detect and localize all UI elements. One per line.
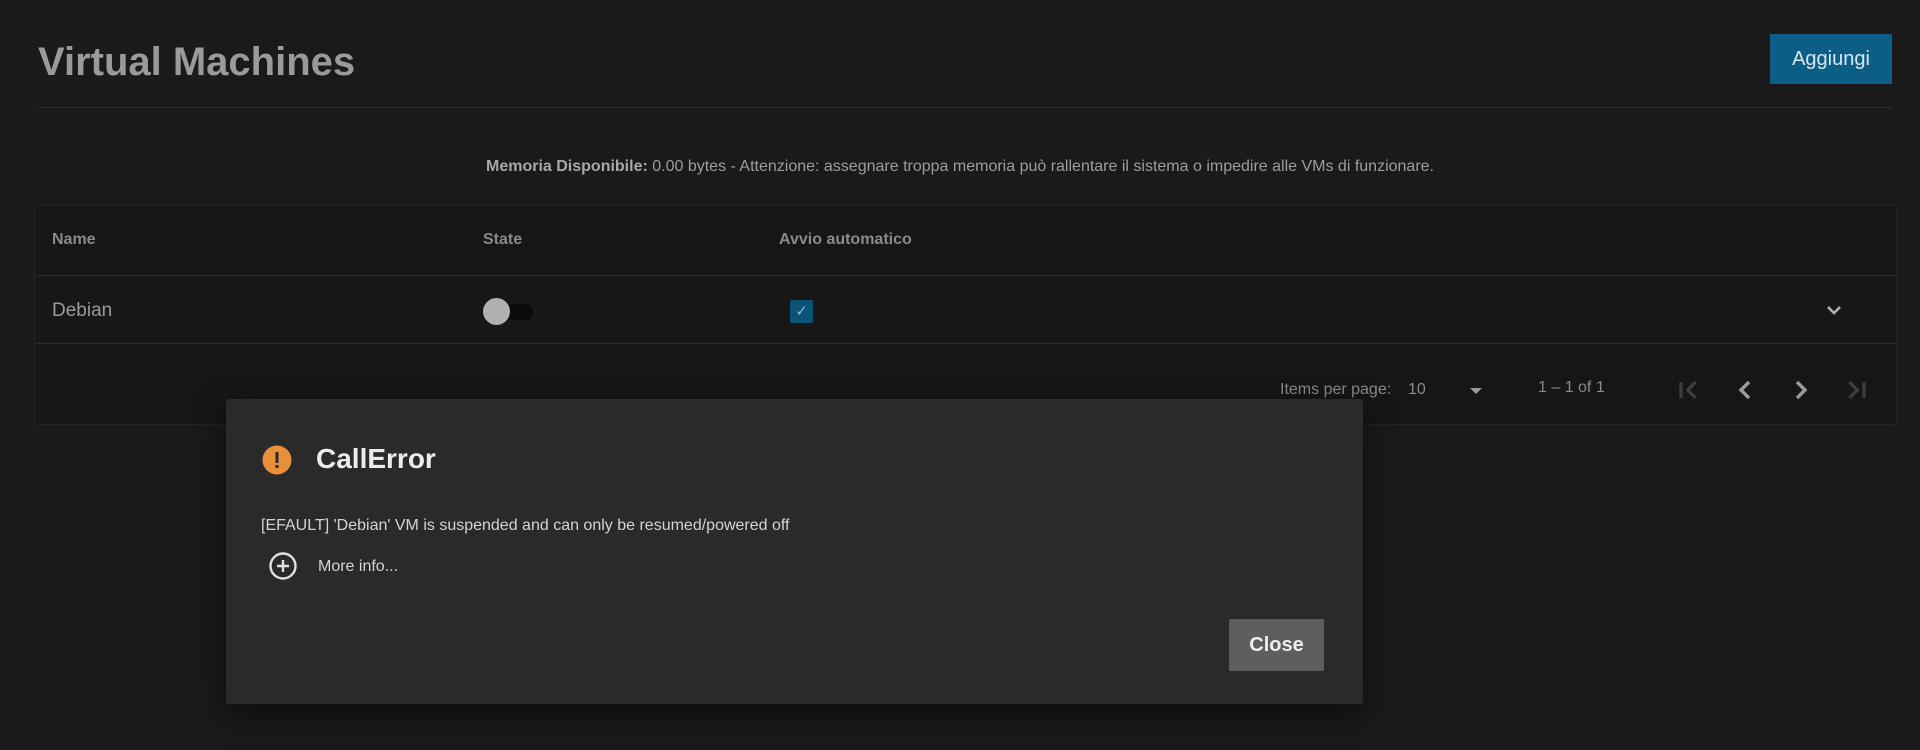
column-header-name[interactable]: Name: [52, 231, 96, 249]
page-header: Virtual Machines Aggiungi: [38, 28, 1892, 108]
last-page-icon[interactable]: [1840, 374, 1872, 406]
items-per-page-label: Items per page:: [1280, 381, 1392, 398]
memory-text: 0.00 bytes - Attenzione: assegnare tropp…: [647, 158, 1434, 175]
dialog-message: [EFAULT] 'Debian' VM is suspended and ca…: [261, 517, 790, 534]
vm-name: Debian: [52, 300, 113, 321]
first-page-icon[interactable]: [1673, 374, 1705, 406]
table-row[interactable]: Debian ✓: [35, 276, 1896, 344]
page-title: Virtual Machines: [38, 40, 356, 84]
page: Virtual Machines Aggiungi Memoria Dispon…: [0, 0, 1920, 750]
chevron-down-icon[interactable]: [1822, 298, 1846, 322]
table-header: Name State Avvio automatico: [35, 206, 1896, 276]
next-page-icon[interactable]: [1785, 374, 1817, 406]
add-vm-button[interactable]: Aggiungi: [1770, 34, 1892, 84]
check-icon: ✓: [795, 303, 808, 320]
error-dialog: CallError [EFAULT] 'Debian' VM is suspen…: [226, 399, 1363, 704]
page-size-select[interactable]: 10: [1408, 381, 1426, 399]
state-toggle[interactable]: [483, 298, 535, 325]
vm-table: Name State Avvio automatico Debian ✓ Ite…: [34, 205, 1897, 425]
page-size-caret-icon[interactable]: [1469, 386, 1483, 396]
page-range: 1 – 1 of 1: [1538, 379, 1605, 396]
more-info-label[interactable]: More info...: [318, 558, 398, 576]
autostart-checkbox[interactable]: ✓: [790, 300, 813, 323]
warning-icon: [262, 445, 292, 475]
column-header-state[interactable]: State: [483, 231, 522, 249]
column-header-autostart[interactable]: Avvio automatico: [779, 231, 912, 249]
dialog-title: CallError: [316, 443, 436, 474]
memory-note: Memoria Disponibile: 0.00 bytes - Attenz…: [0, 158, 1920, 176]
close-button[interactable]: Close: [1229, 619, 1324, 671]
memory-label: Memoria Disponibile:: [486, 158, 648, 175]
plus-circle-icon[interactable]: [268, 551, 298, 581]
prev-page-icon[interactable]: [1729, 374, 1761, 406]
toggle-thumb: [483, 298, 510, 325]
